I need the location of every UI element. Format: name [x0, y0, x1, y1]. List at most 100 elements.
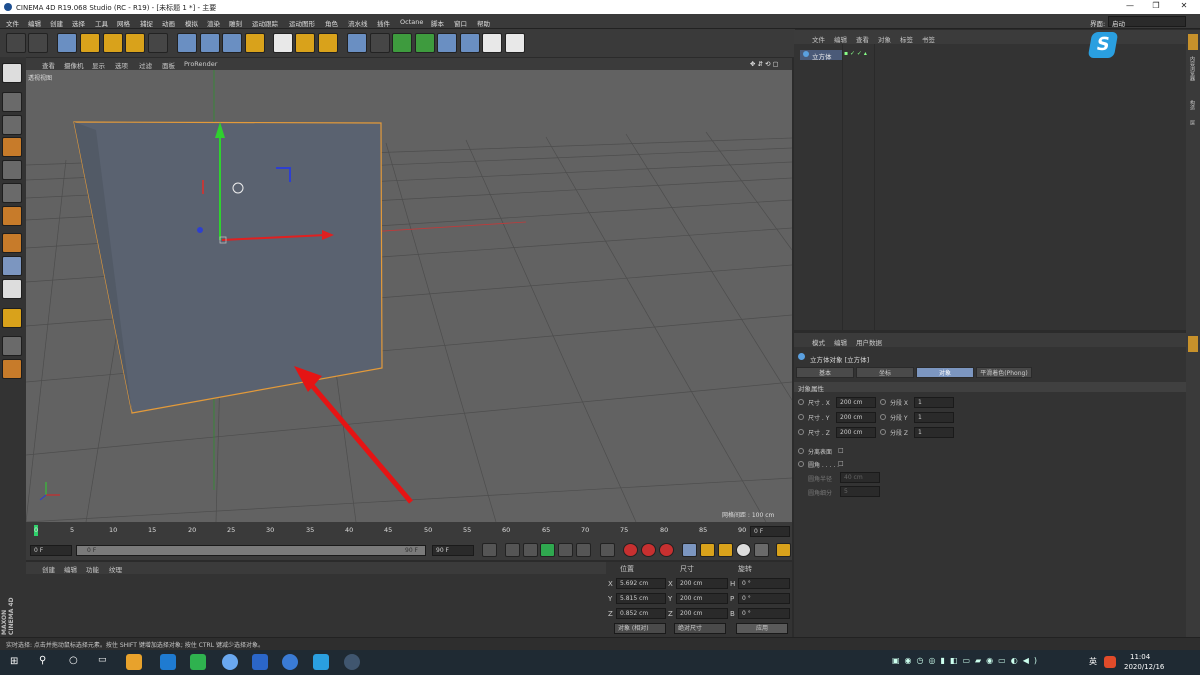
floor-icon[interactable] [460, 33, 480, 53]
camera-icon[interactable] [482, 33, 502, 53]
tab-phong[interactable]: 平滑着色(Phong) [976, 367, 1032, 378]
planar-workplane-icon[interactable] [2, 359, 22, 379]
render-settings-icon[interactable] [318, 33, 338, 53]
key-scale-icon[interactable] [700, 543, 715, 557]
x-axis-icon[interactable] [177, 33, 197, 53]
rot-b-field[interactable]: 0 ° [738, 608, 790, 619]
goto-start-icon[interactable] [482, 543, 497, 557]
menu-help[interactable]: 帮助 [477, 18, 490, 28]
redo-icon[interactable] [28, 33, 48, 53]
seg-z-field[interactable]: 1 [914, 427, 954, 438]
end-frame-field[interactable]: 90 F [432, 545, 474, 556]
radio-seg-x[interactable] [880, 399, 886, 405]
z-axis-icon[interactable] [222, 33, 242, 53]
pos-x-field[interactable]: 5.692 cm [616, 578, 666, 589]
timeline[interactable]: 0 5 10 15 20 25 30 35 40 45 50 55 60 65 … [26, 522, 792, 540]
taskbar-folder-icon[interactable] [126, 654, 142, 670]
close-button[interactable]: ✕ [1172, 1, 1196, 13]
live-select-icon[interactable] [57, 33, 77, 53]
mat-menu-edit[interactable]: 编辑 [64, 564, 77, 574]
taskbar-c4d-icon[interactable] [344, 654, 360, 670]
size-z-field[interactable]: 200 cm [676, 608, 728, 619]
coord-mode-select[interactable]: 对象 (相对) [614, 623, 666, 634]
side-tab-content-browser[interactable]: 内容浏览器 [1189, 56, 1196, 81]
tweak-mode-icon[interactable] [2, 256, 22, 276]
tray-app-icon[interactable] [1104, 656, 1116, 668]
apply-button[interactable]: 应用 [736, 623, 788, 634]
separate-surfaces-checkbox[interactable]: □ [838, 447, 844, 454]
texture-mode-icon[interactable] [2, 115, 22, 135]
key-param-icon[interactable] [736, 543, 751, 557]
menu-script[interactable]: 脚本 [431, 18, 444, 28]
prev-key-icon[interactable] [505, 543, 520, 557]
menu-animate[interactable]: 动画 [162, 18, 175, 28]
menu-window[interactable]: 窗口 [454, 18, 467, 28]
z-handle-dot[interactable] [197, 227, 203, 233]
menu-simulate[interactable]: 模拟 [185, 18, 198, 28]
fillet-subdiv-field[interactable]: 5 [840, 486, 880, 497]
model-mode-icon[interactable] [2, 92, 22, 112]
menu-select[interactable]: 选择 [72, 18, 85, 28]
side-tab-attributes[interactable] [1188, 336, 1198, 352]
side-tab-layers[interactable]: 层 [1189, 120, 1196, 125]
scale-icon[interactable] [103, 33, 123, 53]
size-y-attr-field[interactable]: 200 cm [836, 412, 876, 423]
make-editable-icon[interactable] [2, 63, 22, 83]
recent-tool-icon[interactable] [148, 33, 168, 53]
attribute-manager[interactable]: 模式 编辑 用户数据 立方体对象 [立方体] 基本 坐标 对象 平滑着色(Pho… [794, 333, 1186, 637]
record-icon[interactable] [623, 543, 638, 557]
vp-menu-prorender[interactable]: ProRender [184, 60, 217, 68]
obj-menu-tags[interactable]: 标签 [900, 34, 913, 44]
vp-menu-options[interactable]: 选项 [115, 60, 128, 70]
render-view-icon[interactable] [273, 33, 293, 53]
radio-separate-surfaces[interactable] [798, 448, 804, 454]
mat-menu-function[interactable]: 功能 [86, 564, 99, 574]
menu-sculpt[interactable]: 雕刻 [229, 18, 242, 28]
rot-p-field[interactable]: 0 ° [738, 593, 790, 604]
object-name[interactable]: 立方体 [812, 51, 832, 61]
render-picture-viewer-icon[interactable] [295, 33, 315, 53]
snap-icon[interactable] [2, 279, 22, 299]
search-icon[interactable]: ⚲ [39, 655, 46, 666]
prev-frame-icon[interactable] [523, 543, 538, 557]
menu-file[interactable]: 文件 [6, 18, 19, 28]
attr-menu-edit[interactable]: 编辑 [834, 337, 847, 347]
menu-mograph[interactable]: 运动图形 [289, 18, 315, 28]
array-icon[interactable] [415, 33, 435, 53]
radio-seg-y[interactable] [880, 414, 886, 420]
obj-menu-view[interactable]: 查看 [856, 34, 869, 44]
menu-tools[interactable]: 工具 [95, 18, 108, 28]
size-y-field[interactable]: 200 cm [676, 593, 728, 604]
key-pla-icon[interactable] [754, 543, 769, 557]
mat-menu-create[interactable]: 创建 [42, 564, 55, 574]
minimize-button[interactable]: — [1118, 1, 1142, 13]
rotate-icon[interactable] [125, 33, 145, 53]
radio-size-y[interactable] [798, 414, 804, 420]
viewport-scene[interactable] [26, 70, 792, 522]
play-icon[interactable] [540, 543, 555, 557]
coordinate-system-icon[interactable] [245, 33, 265, 53]
obj-menu-file[interactable]: 文件 [812, 34, 825, 44]
key-rotation-icon[interactable] [718, 543, 733, 557]
taskbar-app2-icon[interactable] [282, 654, 298, 670]
goto-end-icon[interactable] [600, 543, 615, 557]
mat-menu-texture[interactable]: 纹理 [109, 564, 122, 574]
menu-snap[interactable]: 捕捉 [140, 18, 153, 28]
ime-indicator[interactable]: 英 [1089, 656, 1097, 667]
obj-menu-objects[interactable]: 对象 [878, 34, 891, 44]
menu-pipeline[interactable]: 流水线 [348, 18, 368, 28]
seg-x-field[interactable]: 1 [914, 397, 954, 408]
task-view-icon[interactable]: ▭ [98, 655, 107, 665]
menu-plugins[interactable]: 插件 [377, 18, 390, 28]
vp-menu-camera[interactable]: 摄像机 [64, 60, 84, 70]
tab-object[interactable]: 对象 [916, 367, 974, 378]
taskbar-wechat-icon[interactable] [190, 654, 206, 670]
taskbar-word-icon[interactable] [252, 654, 268, 670]
frame-range-slider[interactable]: 0 F 90 F [76, 545, 426, 556]
workplane-icon[interactable] [2, 137, 22, 157]
edges-mode-icon[interactable] [2, 183, 22, 203]
obj-menu-edit[interactable]: 编辑 [834, 34, 847, 44]
menu-edit[interactable]: 编辑 [28, 18, 41, 28]
lock-workplane-icon[interactable] [2, 336, 22, 356]
tab-basic[interactable]: 基本 [796, 367, 854, 378]
